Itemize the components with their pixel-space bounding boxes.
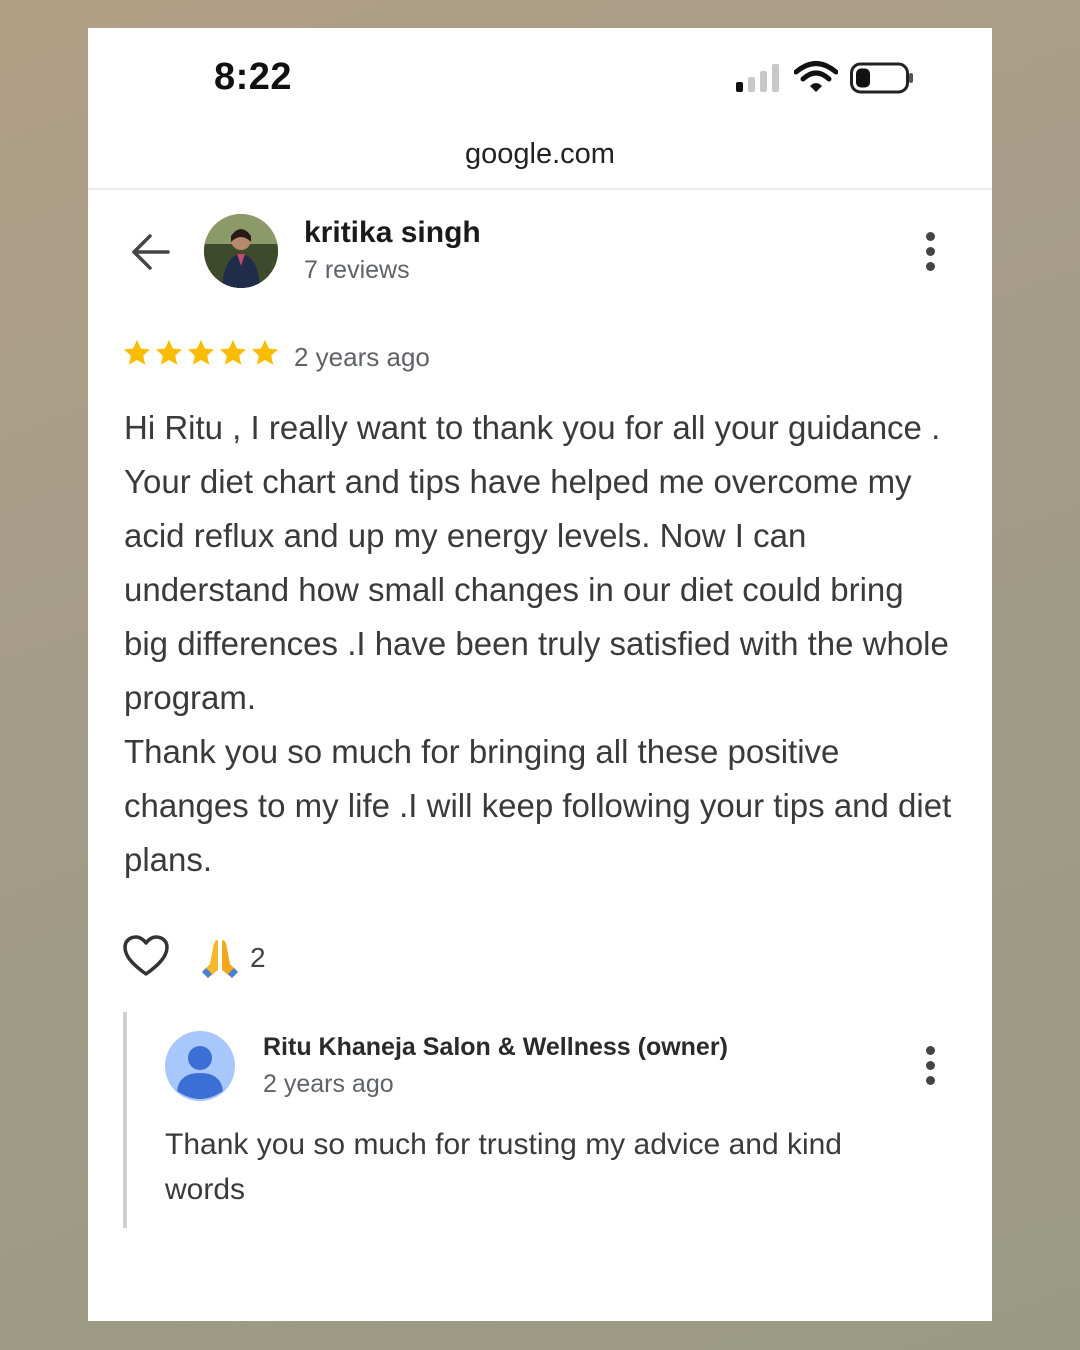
star-icon xyxy=(155,339,183,365)
star-icon xyxy=(123,339,151,365)
review-time: 2 years ago xyxy=(294,342,430,372)
wifi-icon xyxy=(794,61,838,92)
battery-icon xyxy=(850,62,913,94)
browser-url[interactable]: google.com xyxy=(88,138,992,171)
reply-indent-bar xyxy=(123,1012,127,1228)
star-icon xyxy=(219,339,247,365)
status-time: 8:22 xyxy=(214,56,293,98)
reviewer-avatar[interactable] xyxy=(204,214,278,288)
owner-name: Ritu Khaneja Salon & Wellness (owner) xyxy=(263,1033,728,1061)
reviewer-review-count: 7 reviews xyxy=(304,256,410,284)
more-vert-icon[interactable] xyxy=(920,1046,940,1090)
reviewer-name[interactable]: kritika singh xyxy=(304,216,481,250)
person-avatar-icon[interactable] xyxy=(165,1031,235,1101)
header-divider xyxy=(88,188,992,190)
owner-reply-text: Thank you so much for trusting my advice… xyxy=(165,1128,842,1206)
cellular-signal-icon xyxy=(736,64,779,92)
status-bar: 8:22 xyxy=(88,28,992,128)
star-icon xyxy=(187,339,215,365)
reaction-count: 2 xyxy=(250,942,266,973)
star-icon xyxy=(251,339,279,365)
star-rating xyxy=(122,338,280,374)
folded-hands-icon[interactable] xyxy=(196,934,244,982)
more-vert-icon[interactable] xyxy=(920,232,940,276)
back-arrow-icon[interactable] xyxy=(128,230,172,274)
reviewer-photo xyxy=(204,214,278,288)
phone-screen: 8:22 google.com kritika singh 7 reviews … xyxy=(88,28,992,1321)
heart-outline-icon[interactable] xyxy=(122,934,170,978)
owner-reply-time: 2 years ago xyxy=(263,1070,394,1098)
review-text: Hi Ritu , I really want to thank you for… xyxy=(124,409,952,878)
